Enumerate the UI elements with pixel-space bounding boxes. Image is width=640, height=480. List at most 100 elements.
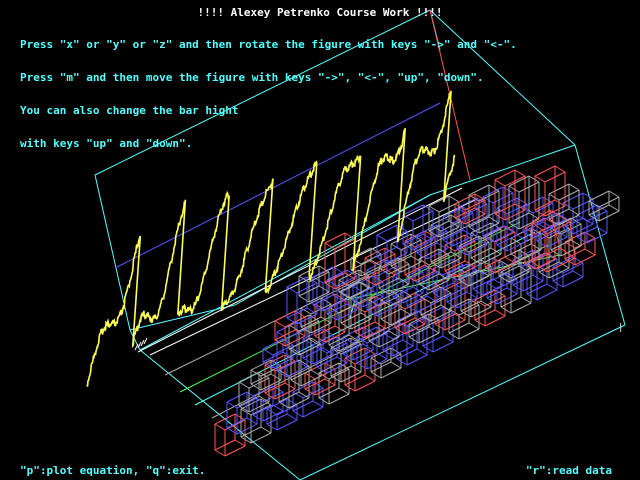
bar-edge	[304, 372, 316, 380]
bar-edge	[504, 209, 526, 221]
bar-edge	[214, 423, 226, 431]
bar-edge	[328, 393, 350, 405]
bar-edge	[488, 184, 500, 192]
bar-edge	[568, 208, 580, 216]
bar-edge	[276, 419, 298, 431]
bar-edge	[286, 413, 298, 421]
bar-edge	[224, 445, 246, 457]
bar-edge	[274, 320, 286, 328]
bar-edge	[318, 397, 330, 405]
bar-edge	[262, 348, 274, 356]
bar-edge	[262, 338, 284, 350]
bar-grid	[214, 165, 620, 457]
bar-edge	[442, 335, 454, 343]
bar-edge	[522, 280, 544, 292]
bar-edge	[536, 289, 558, 301]
bar-edge	[468, 275, 490, 287]
instruction-line: Press "x" or "y" or "z" and then rotate …	[20, 38, 517, 51]
bar-edge	[582, 192, 594, 200]
bar-edge	[422, 345, 434, 353]
bar-edge	[534, 165, 556, 177]
bar-edge	[470, 306, 492, 318]
bar-edge	[506, 287, 518, 295]
bar-edge	[226, 391, 248, 403]
bar-edge	[494, 309, 506, 317]
instructions-text: Press "x" or "y" or "z" and then rotate …	[20, 17, 517, 171]
bar-edge	[352, 349, 374, 361]
bar-edge	[376, 234, 388, 242]
bar-edge	[380, 367, 402, 379]
bar-edge	[494, 179, 506, 187]
bar-edge	[418, 332, 440, 344]
footer-keys-left: "p":plot equation, "q":exit.	[20, 464, 206, 477]
bar-edge	[466, 291, 478, 299]
bar-edge	[350, 365, 362, 373]
bar-edge	[432, 341, 454, 353]
bar-edge	[240, 436, 252, 444]
bar-edge	[468, 184, 490, 196]
bar-edge	[226, 401, 238, 409]
bar-edge	[526, 293, 538, 301]
bar-edge	[468, 322, 480, 330]
bar-edge	[554, 165, 566, 173]
plot-tick	[137, 341, 142, 349]
bar-edge	[286, 366, 308, 378]
box-edge	[299, 324, 626, 480]
instruction-line: You can also change the bar hight	[20, 104, 239, 117]
bar-edge	[382, 332, 394, 340]
bar-edge	[260, 426, 272, 434]
bar-edge	[522, 196, 544, 208]
instruction-line: with keys "up" and "down".	[20, 137, 193, 150]
bar-edge	[534, 175, 546, 183]
bar-edge	[400, 308, 412, 316]
bar-edge	[214, 449, 226, 457]
bar-edge	[406, 354, 428, 366]
bar-edge	[559, 247, 576, 259]
bar-edge	[562, 276, 584, 288]
bar-edge	[402, 204, 424, 216]
bar-edge	[552, 280, 564, 288]
bar-edge	[374, 274, 396, 286]
bar-edge	[250, 432, 272, 444]
footer-keys-right: "r":read data	[525, 464, 612, 477]
bar-edge	[548, 183, 570, 195]
bar-edge	[444, 319, 466, 331]
bar-edge	[236, 423, 258, 435]
bar-edge	[266, 408, 278, 416]
bar-edge	[584, 248, 596, 256]
bar-edge	[598, 210, 620, 222]
bar-edge	[448, 195, 460, 203]
bar-edge	[326, 269, 348, 281]
bar-edge	[428, 326, 440, 334]
bar-edge	[396, 358, 408, 366]
bar-edge	[366, 358, 388, 370]
box-edge	[574, 144, 626, 326]
bar-edge	[508, 175, 530, 187]
bar-edge	[454, 193, 476, 205]
bar-edge	[572, 270, 584, 278]
bar-edge	[562, 192, 584, 204]
bar-edge	[312, 400, 324, 408]
bar-edge	[416, 348, 428, 356]
bar-edge	[608, 190, 620, 198]
bar-edge	[402, 339, 414, 347]
bar-edge	[292, 410, 304, 418]
plot-tick	[143, 337, 148, 345]
bar-edge	[416, 301, 438, 313]
bar-edge	[238, 381, 250, 389]
bar-edge	[568, 183, 580, 191]
bar-edge	[340, 371, 362, 383]
bar-edge	[608, 204, 620, 212]
bar-edge	[588, 190, 610, 202]
bar-edge	[428, 195, 450, 207]
bar-edge	[324, 378, 336, 386]
bar-edge	[266, 423, 278, 431]
bar-edge	[234, 439, 246, 447]
bar-edge	[448, 332, 460, 340]
bar-edge	[344, 384, 356, 392]
bar-edge	[520, 296, 532, 304]
plot-tick	[134, 343, 139, 351]
bar-edge	[214, 413, 236, 425]
bar-edge	[272, 404, 284, 412]
bar-edge	[486, 282, 498, 290]
